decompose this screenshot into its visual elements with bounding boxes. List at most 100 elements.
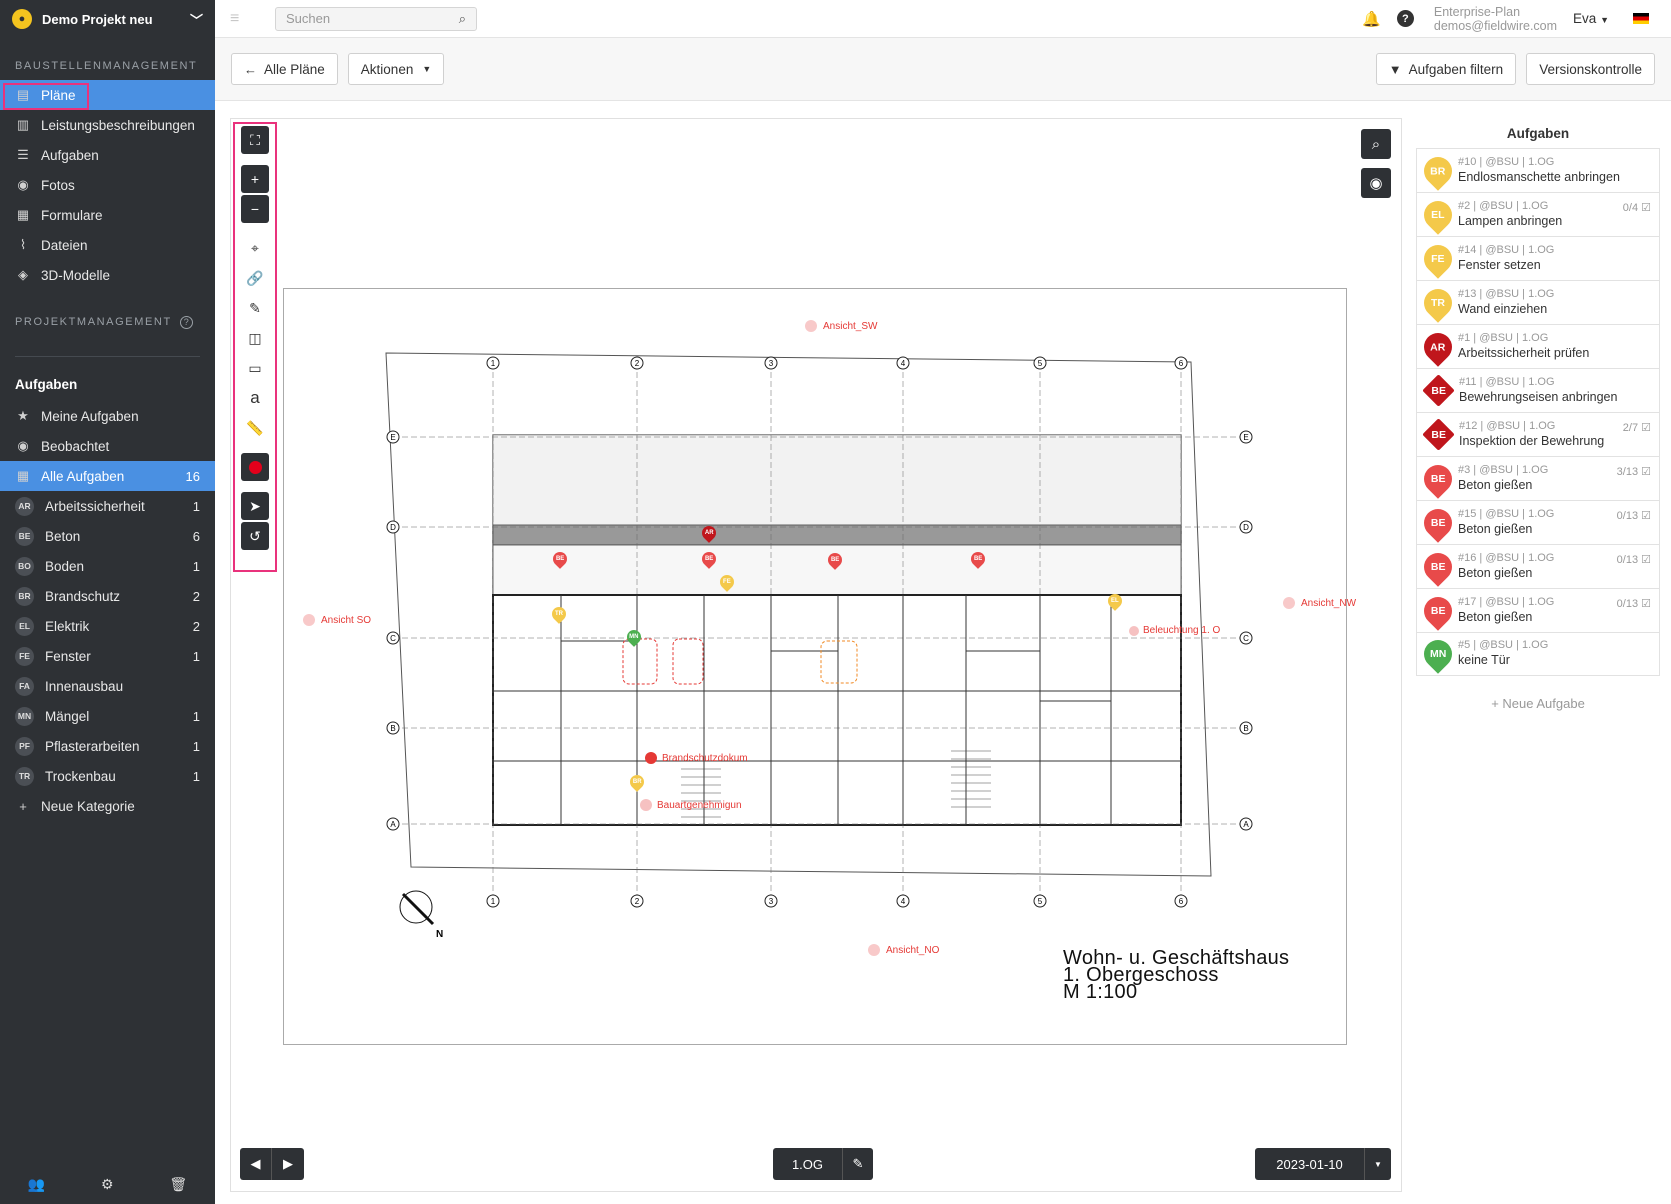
task-body: #17 | @BSU | 1.OG Beton gießen <box>1458 596 1554 626</box>
task-item[interactable]: EL #2 | @BSU | 1.OG Lampen anbringen 0/4 ☑ <box>1416 192 1660 236</box>
menu-icon[interactable]: ≡ <box>230 10 246 28</box>
clipboard-icon: ▦ <box>16 207 30 222</box>
bell-icon[interactable]: 🔔 <box>1362 10 1381 28</box>
task-body: #5 | @BSU | 1.OG keine Tür <box>1458 639 1548 669</box>
task-item[interactable]: BR #10 | @BSU | 1.OG Endlosmanschette anbr… <box>1416 148 1660 192</box>
task-title: Inspektion der Bewehrung <box>1459 433 1605 448</box>
plan-sheet[interactable]: 1 1 2 2 3 3 4 4 5 5 6 6 E E D D C C B B A A N <box>283 288 1347 1045</box>
task-code: BR <box>1430 164 1446 177</box>
help-circle-icon[interactable]: ? <box>1396 10 1414 27</box>
trash-icon[interactable]: 🗑 <box>169 1176 187 1193</box>
task-item[interactable]: TR #13 | @BSU | 1.OG Wand einziehen <box>1416 280 1660 324</box>
view-marker-so[interactable]: Ansicht SO <box>303 614 371 626</box>
gear-icon[interactable]: ⚙ <box>101 1176 114 1193</box>
sidebar-item-label: Leistungsbeschreibungen <box>41 117 195 133</box>
link-marker[interactable]: Beleuchtung 1. O <box>1129 625 1220 636</box>
project-selector[interactable]: ● Demo Projekt neu ﹀ <box>0 0 215 38</box>
version-control-button[interactable]: Versionskontrolle <box>1526 53 1655 85</box>
cube-icon: ◈ <box>18 267 28 282</box>
sheet-name[interactable]: 1.OG <box>773 1148 843 1180</box>
category-label: Innenausbau <box>45 678 124 694</box>
user-menu[interactable]: Eva ▼ <box>1573 11 1609 26</box>
checkbox-icon: ☑ <box>1638 554 1651 566</box>
new-category-button[interactable]: + Neue Kategorie <box>0 791 215 821</box>
checkbox-icon: ☑ <box>1638 202 1651 214</box>
task-item[interactable]: MN #5 | @BSU | 1.OG keine Tür <box>1416 632 1660 676</box>
category-item[interactable]: BO Boden 1 <box>0 551 215 581</box>
sidebar-item-cube[interactable]: ◈ 3D-Modelle <box>0 260 215 290</box>
version-date[interactable]: 2023-01-10 <box>1255 1148 1365 1180</box>
next-sheet-icon[interactable]: ▶ <box>272 1148 304 1180</box>
task-filter-star[interactable]: ★ Meine Aufgaben <box>0 401 215 431</box>
task-body: #14 | @BSU | 1.OG Fenster setzen <box>1458 244 1554 274</box>
task-pin-icon: BE <box>1418 590 1458 631</box>
zoom-out-icon[interactable]: − <box>241 195 269 223</box>
shapes-icon[interactable]: ◫ <box>241 324 269 352</box>
task-title: Beton gießen <box>1458 609 1533 624</box>
task-filter-eye[interactable]: ◉ Beobachtet <box>0 431 215 461</box>
category-item[interactable]: EL Elektrik 2 <box>0 611 215 641</box>
task-filter-label: Meine Aufgaben <box>41 408 139 424</box>
task-item[interactable]: AR #1 | @BSU | 1.OG Arbeitssicherheit prüf… <box>1416 324 1660 368</box>
task-item[interactable]: BE #3 | @BSU | 1.OG Beton gießen 3/13 ☑ <box>1416 456 1660 500</box>
text-tool-icon[interactable]: a <box>241 384 269 412</box>
task-item[interactable]: BE #11 | @BSU | 1.OG Bewehrungseisen anbri… <box>1416 368 1660 412</box>
link-icon[interactable]: 🔗 <box>241 264 269 292</box>
task-item[interactable]: BE #16 | @BSU | 1.OG Beton gießen 0/13 ☑ <box>1416 544 1660 588</box>
task-item[interactable]: FE #14 | @BSU | 1.OG Fenster setzen <box>1416 236 1660 280</box>
category-item[interactable]: TR Trockenbau 1 <box>0 761 215 791</box>
category-item[interactable]: BE Beton 6 <box>0 521 215 551</box>
pin-code: MN <box>629 634 639 640</box>
sidebar-item-plans[interactable]: ▤ Pläne <box>0 80 215 110</box>
category-item[interactable]: BR Brandschutz 2 <box>0 581 215 611</box>
task-item[interactable]: BE #15 | @BSU | 1.OG Beton gießen 0/13 ☑ <box>1416 500 1660 544</box>
sidebar-item-list[interactable]: ☰ Aufgaben <box>0 140 215 170</box>
category-item[interactable]: FE Fenster 1 <box>0 641 215 671</box>
category-item[interactable]: FA Innenausbau <box>0 671 215 701</box>
undo-icon[interactable]: ↺ <box>241 522 269 550</box>
sheet-name-control: 1.OG ✎ <box>773 1148 873 1180</box>
task-item[interactable]: BE #12 | @BSU | 1.OG Inspektion der Bewehr… <box>1416 412 1660 456</box>
edit-pencil-icon[interactable]: ✎ <box>843 1148 873 1180</box>
back-to-plans-button[interactable]: ← Alle Pläne <box>231 53 338 85</box>
color-picker-icon[interactable] <box>241 453 269 481</box>
pin-icon[interactable]: ⌖ <box>241 234 269 262</box>
pencil-icon[interactable]: ✎ <box>241 294 269 322</box>
category-item[interactable]: AR Arbeitssicherheit 1 <box>0 491 215 521</box>
view-marker-no[interactable]: Ansicht_NO <box>868 944 939 956</box>
document-marker[interactable]: Brandschutzdokum <box>645 752 748 764</box>
category-item[interactable]: PF Pflasterarbeiten 1 <box>0 731 215 761</box>
eye-icon: ◉ <box>17 438 29 453</box>
people-icon[interactable]: 👥 <box>28 1176 45 1193</box>
german-flag-icon[interactable] <box>1633 13 1649 24</box>
view-marker-nw[interactable]: Ansicht_NW <box>1283 597 1356 609</box>
task-filter-grid[interactable]: ▦ Alle Aufgaben 16 <box>0 461 215 491</box>
account-email: demos@fieldwire.com <box>1433 18 1558 33</box>
zoom-in-icon[interactable]: + <box>241 165 269 193</box>
task-meta: #1 | @BSU | 1.OG <box>1458 331 1549 344</box>
category-item[interactable]: MN Mängel 1 <box>0 701 215 731</box>
sidebar-item-paperclip[interactable]: ⌇ Dateien <box>0 230 215 260</box>
help-icon[interactable]: ? <box>179 315 193 329</box>
view-marker-sw[interactable]: Ansicht_SW <box>805 320 877 332</box>
prev-sheet-icon[interactable]: ◀ <box>240 1148 272 1180</box>
sidebar-item-clipboard[interactable]: ▦ Formulare <box>0 200 215 230</box>
link-marker[interactable]: Bauartgenehmigun <box>640 799 742 811</box>
new-task-button[interactable]: + Neue Aufgabe <box>1416 696 1660 711</box>
task-item[interactable]: BE #17 | @BSU | 1.OG Beton gießen 0/13 ☑ <box>1416 588 1660 632</box>
caret-down-icon[interactable]: ▼ <box>1365 1148 1391 1180</box>
visibility-eye-icon[interactable]: ◉ <box>1361 168 1391 198</box>
filter-tasks-button[interactable]: ▼ Aufgaben filtern <box>1375 53 1517 85</box>
section-heading-project: PROJEKTMANAGEMENT ? <box>0 308 215 336</box>
category-badge: PF <box>15 736 34 756</box>
toolbox-icon[interactable]: ▭ <box>241 354 269 382</box>
ruler-icon[interactable]: 📏 <box>241 414 269 442</box>
sidebar-item-camera[interactable]: ◉ Fotos <box>0 170 215 200</box>
fullscreen-icon[interactable]: ⛶ <box>241 126 269 154</box>
sidebar: ● Demo Projekt neu ﹀ BAUSTELLENMANAGEMEN… <box>0 0 215 1204</box>
actions-dropdown[interactable]: Aktionen ▼ <box>347 53 445 85</box>
select-pointer-icon[interactable]: ➤ <box>241 492 269 520</box>
search-plan-icon[interactable]: ⌕ <box>1361 129 1391 159</box>
search-input[interactable]: Suchen ⌕ <box>275 6 477 31</box>
sidebar-item-spec-book[interactable]: ▥ Leistungsbeschreibungen <box>0 110 215 140</box>
